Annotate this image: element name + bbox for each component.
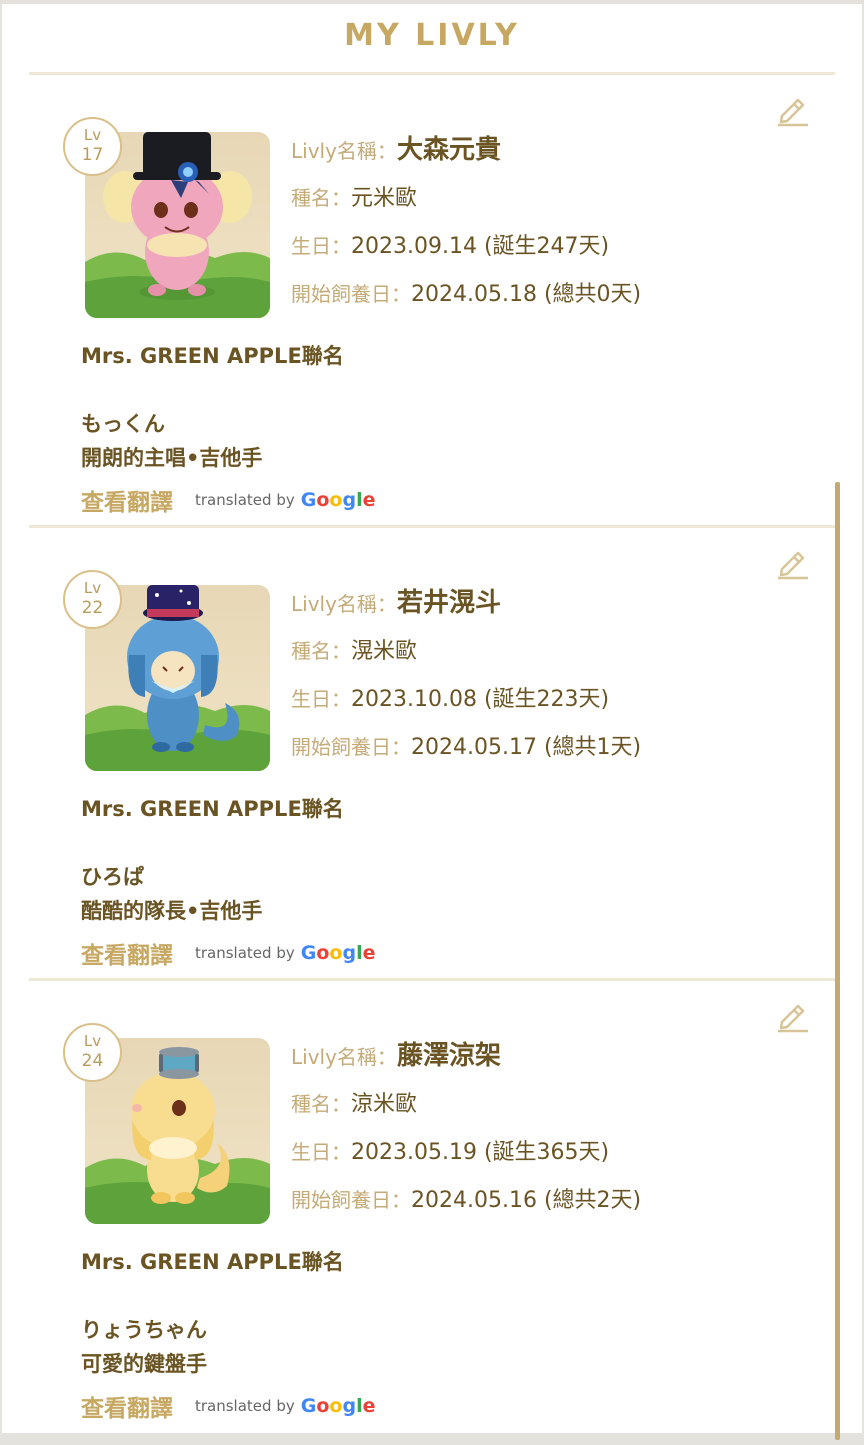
profile-text: もっくん 開朗的主唱•吉他手 <box>81 407 262 475</box>
species-label: 種名： <box>291 186 351 210</box>
livly-name: 藤澤涼架 <box>396 1041 501 1071</box>
birthday-label: 生日： <box>291 687 351 711</box>
species-value: 元米歐 <box>351 186 418 211</box>
collab-text: Mrs. GREEN APPLE聯名 <box>81 1250 344 1274</box>
start-date-value: 2024.05.17 (總共1天) <box>411 735 642 760</box>
translated-by-label: translated by <box>195 944 295 962</box>
translate-bar: 查看翻譯 translated by Google <box>81 483 375 517</box>
name-label: Livly名稱： <box>291 592 397 616</box>
translated-by-label: translated by <box>195 491 295 509</box>
level-badge: Lv 17 <box>63 117 122 176</box>
birthday-value: 2023.10.08 (誕生223天) <box>351 687 610 712</box>
birthday-label: 生日： <box>291 234 351 258</box>
start-date-value: 2024.05.18 (總共0天) <box>411 282 642 307</box>
profile-text: ひろぱ 酷酷的隊長•吉他手 <box>81 860 262 928</box>
view-translation-button[interactable]: 查看翻譯 <box>81 936 173 970</box>
view-translation-button[interactable]: 查看翻譯 <box>81 1389 173 1423</box>
birthday-value: 2023.05.19 (誕生365天) <box>351 1140 610 1165</box>
nickname: もっくん <box>81 412 165 436</box>
livly-info: Livly名稱：藤澤涼架 種名：涼米歐 生日：2023.05.19 (誕生365… <box>291 1037 811 1229</box>
scrollbar[interactable] <box>835 482 840 1440</box>
role: 可愛的鍵盤手 <box>81 1352 207 1376</box>
species-value: 滉米歐 <box>351 639 418 664</box>
translated-by-label: translated by <box>195 1397 295 1415</box>
birthday-value: 2023.09.14 (誕生247天) <box>351 234 610 259</box>
start-date-value: 2024.05.16 (總共2天) <box>411 1188 642 1213</box>
start-date-label: 開始飼養日： <box>291 735 411 759</box>
collab-text: Mrs. GREEN APPLE聯名 <box>81 797 344 821</box>
birthday-label: 生日： <box>291 1140 351 1164</box>
role: 開朗的主唱•吉他手 <box>81 446 263 470</box>
edit-pencil-icon[interactable] <box>774 542 810 580</box>
livly-name: 若井滉斗 <box>396 588 501 618</box>
level-badge: Lv 22 <box>63 570 122 629</box>
google-logo: Google <box>300 1395 376 1417</box>
species-label: 種名： <box>291 1092 351 1116</box>
livly-info: Livly名稱：若井滉斗 種名：滉米歐 生日：2023.10.08 (誕生223… <box>291 584 811 776</box>
nickname: りょうちゃん <box>81 1318 207 1342</box>
page-title: MY LIVLY <box>344 18 520 53</box>
profile-text: りょうちゃん 可愛的鍵盤手 <box>81 1313 207 1381</box>
start-date-label: 開始飼養日： <box>291 1188 411 1212</box>
species-value: 涼米歐 <box>351 1092 418 1117</box>
edit-pencil-icon[interactable] <box>774 995 810 1033</box>
translate-bar: 查看翻譯 translated by Google <box>81 1389 375 1423</box>
species-label: 種名： <box>291 639 351 663</box>
start-date-label: 開始飼養日： <box>291 282 411 306</box>
level-badge: Lv 24 <box>63 1023 122 1082</box>
view-translation-button[interactable]: 查看翻譯 <box>81 483 173 517</box>
name-label: Livly名稱： <box>291 139 397 163</box>
livly-name: 大森元貴 <box>396 135 501 165</box>
nickname: ひろぱ <box>81 865 144 889</box>
role: 酷酷的隊長•吉他手 <box>81 899 263 923</box>
livly-card: Lv 22 Livly名稱：若井滉斗 種名：滉米歐 生日：2023.10.08 … <box>29 528 835 981</box>
livly-card: Lv 17 Livly名稱：大森元貴 種名：元米歐 生日：2023.09.14 … <box>29 75 835 528</box>
collab-text: Mrs. GREEN APPLE聯名 <box>81 344 344 368</box>
google-logo: Google <box>300 489 376 511</box>
livly-card: Lv 24 Livly名稱：藤澤涼架 種名：涼米歐 生日：2023.05.19 … <box>29 981 835 1434</box>
translate-bar: 查看翻譯 translated by Google <box>81 936 375 970</box>
google-logo: Google <box>300 942 376 964</box>
edit-pencil-icon[interactable] <box>774 89 810 127</box>
name-label: Livly名稱： <box>291 1045 397 1069</box>
livly-info: Livly名稱：大森元貴 種名：元米歐 生日：2023.09.14 (誕生247… <box>291 131 811 323</box>
